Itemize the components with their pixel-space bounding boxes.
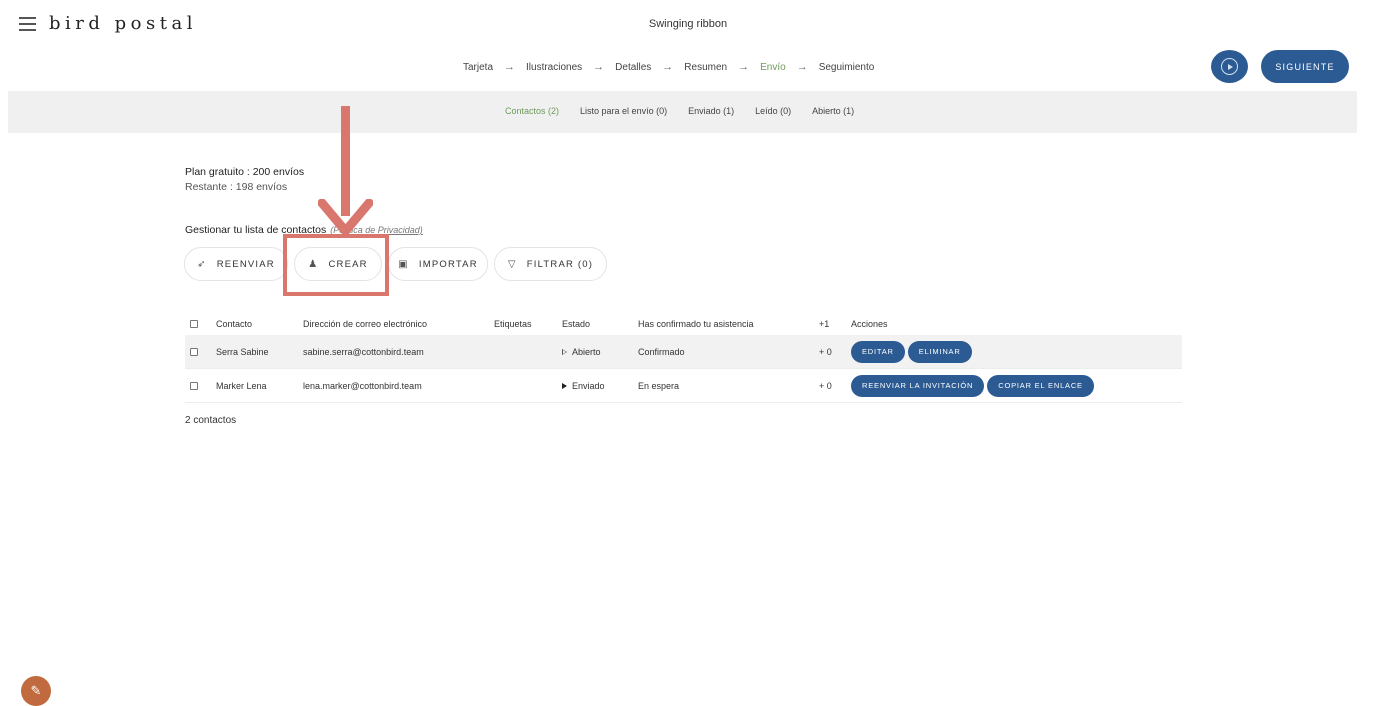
row-checkbox[interactable] [190,381,198,390]
header-tags[interactable]: Etiquetas [494,319,532,329]
top-bar: bird postal Swinging ribbon [0,0,1376,50]
filter-button[interactable]: ▽ FILTRAR (0) [494,247,607,281]
contacts-table: Contacto Dirección de correo electrónico… [185,313,1182,403]
header-email[interactable]: Dirección de correo electrónico [303,319,427,329]
next-button[interactable]: SIGUIENTE [1261,50,1349,83]
header-contact[interactable]: Contacto [216,319,252,329]
contact-status: Abierto [562,347,601,357]
help-chat-icon[interactable]: ✎ [21,676,51,706]
status-label: Enviado [572,380,605,391]
tab-leido[interactable]: Leído (0) [755,106,791,116]
status-tab-bar: Contactos (2) Listo para el envío (0) En… [8,91,1357,133]
import-label: IMPORTAR [418,258,478,270]
arrow-right-icon: → [738,61,750,73]
arrow-right-icon: → [593,61,605,73]
id-card-icon: ▣ [398,258,409,270]
contact-email: lena.marker@cottonbird.team [303,380,422,391]
row-checkbox[interactable] [190,347,198,356]
arrow-right-icon: → [662,61,674,73]
tab-listo-para-envio[interactable]: Listo para el envío (0) [580,106,667,116]
contacts-count: 2 contactos [185,415,237,426]
table-header: Contacto Dirección de correo electrónico… [185,313,1182,335]
annotation-arrow-head-icon [318,199,373,236]
import-button[interactable]: ▣ IMPORTAR [388,247,488,281]
contact-name: Serra Sabine [216,346,269,357]
contact-confirmed: En espera [638,380,680,391]
row-actions: REENVIAR LA INVITACIÓN COPIAR EL ENLACE [851,374,1097,397]
step-tarjeta[interactable]: Tarjeta [463,62,493,73]
preview-play-button[interactable] [1211,50,1248,83]
contact-email: sabine.serra@cottonbird.team [303,346,424,357]
resend-label: REENVIAR [216,258,275,270]
filled-triangle-icon [562,382,567,389]
delete-button[interactable]: ELIMINAR [907,340,972,363]
arrow-right-icon: → [504,61,516,73]
filter-icon: ▽ [507,258,517,270]
play-circle-icon [1221,58,1238,75]
step-breadcrumb: Tarjeta → Ilustraciones → Detalles → Res… [463,61,874,73]
plan-remaining: Restante : 198 envíos [185,181,288,193]
status-label: Abierto [572,346,601,357]
contact-confirmed: Confirmado [638,346,685,357]
copy-link-button[interactable]: COPIAR EL ENLACE [987,374,1094,397]
table-row[interactable]: Marker Lena lena.marker@cottonbird.team … [185,369,1182,403]
tab-abierto[interactable]: Abierto (1) [812,106,854,116]
card-title: Swinging ribbon [648,18,728,30]
resend-button[interactable]: ➶ REENVIAR [184,247,288,281]
send-icon: ➶ [197,258,207,270]
annotation-highlight-box [283,234,389,296]
table-row[interactable]: Serra Sabine sabine.serra@cottonbird.tea… [185,335,1182,369]
step-resumen[interactable]: Resumen [684,62,727,73]
contact-name: Marker Lena [216,380,267,391]
contact-status: Enviado [562,381,605,391]
contact-actions: ➶ REENVIAR ♟ CREAR ▣ IMPORTAR ▽ FILTRAR (0) [184,247,613,281]
edit-button[interactable]: EDITAR [851,340,905,363]
tab-contactos[interactable]: Contactos (2) [505,106,559,116]
header-plus-one[interactable]: +1 [819,319,829,329]
header-status[interactable]: Estado [562,319,590,329]
plan-info: Plan gratuito : 200 envíos Restante : 19… [185,165,304,195]
resend-invitation-button[interactable]: REENVIAR LA INVITACIÓN [851,374,985,397]
header-actions: Acciones [851,319,888,329]
row-actions: EDITAR ELIMINAR [851,340,975,363]
step-ilustraciones[interactable]: Ilustraciones [526,62,582,73]
contact-plus-one: + 0 [819,380,832,391]
plan-quota: Plan gratuito : 200 envíos [185,166,305,178]
contact-plus-one: + 0 [819,346,832,357]
arrow-right-icon: → [796,61,808,73]
step-envio[interactable]: Envío [760,62,786,73]
step-detalles[interactable]: Detalles [615,62,651,73]
header-confirmed[interactable]: Has confirmado tu asistencia [638,319,754,329]
step-seguimiento[interactable]: Seguimiento [819,62,875,73]
filter-label: FILTRAR (0) [526,258,594,270]
tab-enviado[interactable]: Enviado (1) [688,106,734,116]
open-triangle-icon [562,348,567,355]
select-all-checkbox[interactable] [190,320,198,328]
